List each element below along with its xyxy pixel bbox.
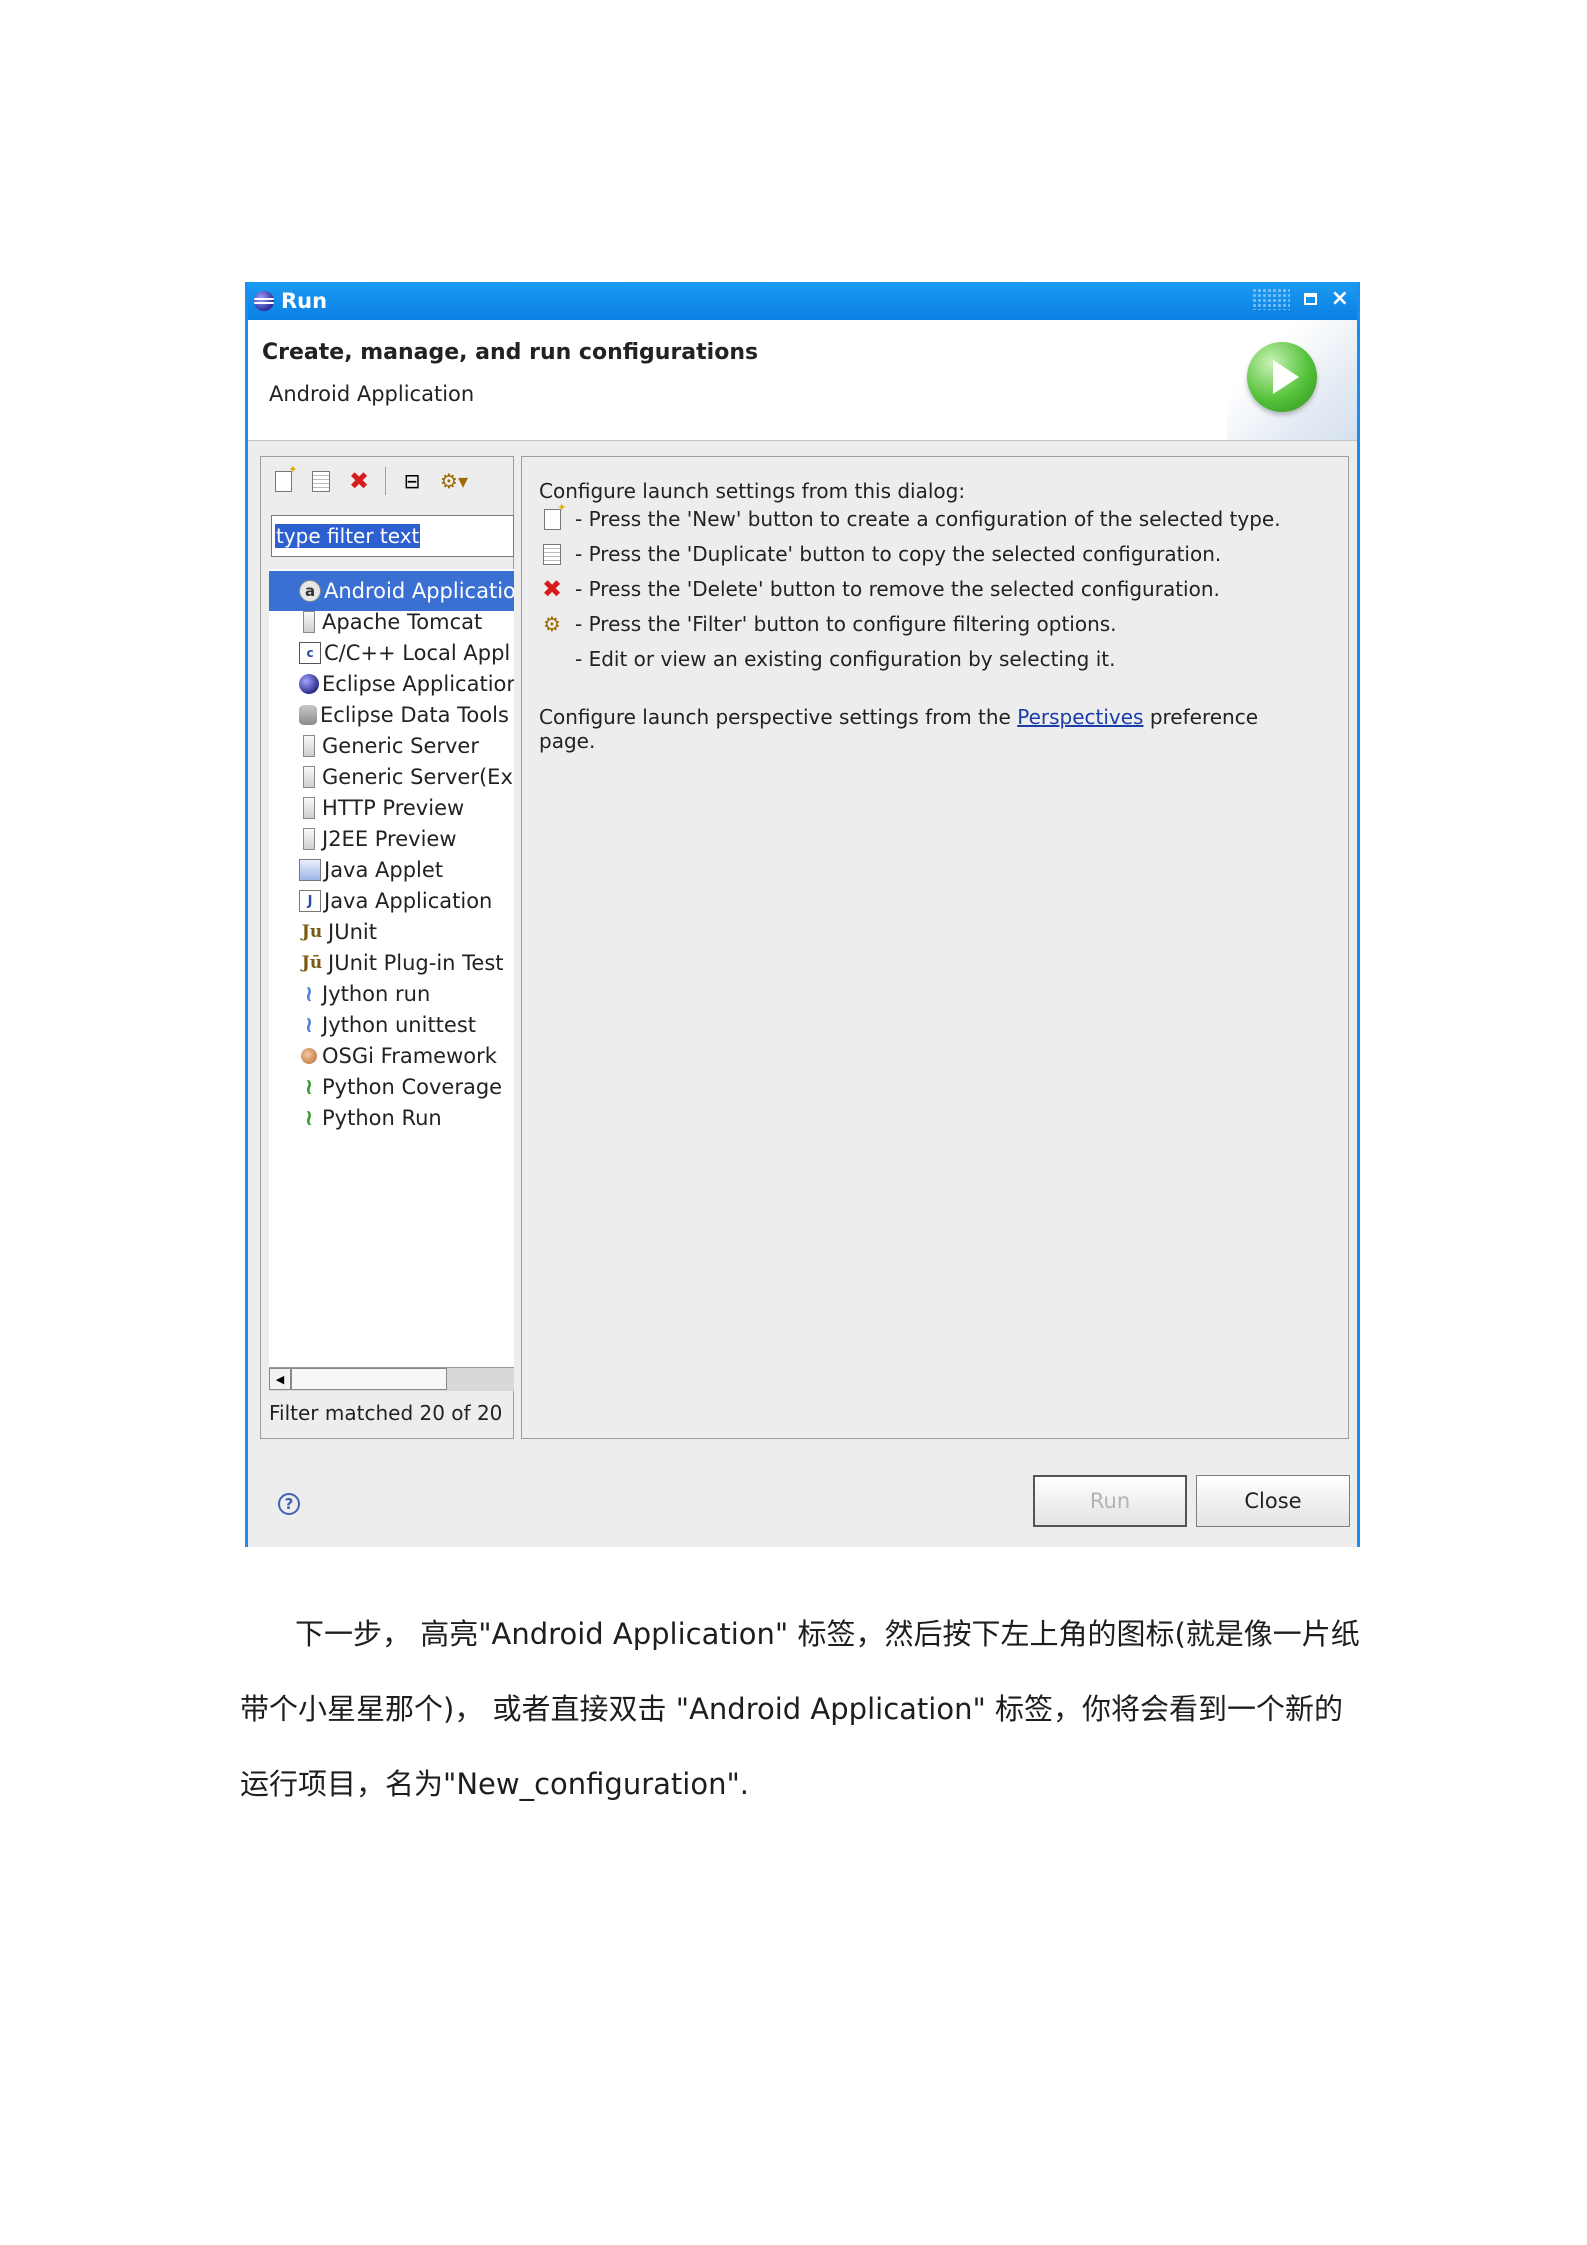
help-text: - Press the 'Duplicate' button to copy t… <box>575 542 1222 566</box>
perspectives-link[interactable]: Perspectives <box>1017 705 1143 729</box>
jython-unittest-icon: ≀ <box>304 1012 314 1038</box>
delete-icon: ✖ <box>348 467 370 495</box>
tree-item-label: J2EE Preview <box>322 827 457 851</box>
applet-icon <box>299 859 321 881</box>
run-play-icon <box>1247 342 1317 412</box>
tree-item-label: C/C++ Local Appl <box>324 641 511 665</box>
server-icon <box>303 611 315 633</box>
filter-status: Filter matched 20 of 20 <box>269 1401 503 1425</box>
junit-plugin-icon: Jū <box>301 953 323 973</box>
duplicate-button[interactable] <box>305 465 337 497</box>
run-button[interactable]: Run <box>1033 1475 1187 1527</box>
tree-item-label: Generic Server <box>322 734 479 758</box>
server-icon <box>303 797 315 819</box>
c-app-icon: c <box>299 642 321 664</box>
close-button[interactable]: Close <box>1196 1475 1350 1527</box>
java-app-icon: J <box>299 890 321 912</box>
server-icon <box>303 766 315 788</box>
new-config-icon <box>543 501 566 530</box>
tree-item[interactable]: ≀ Python Run <box>269 1098 514 1138</box>
tree-item-label: Python Run <box>322 1106 442 1130</box>
android-icon: a <box>299 580 321 602</box>
python-run-icon: ≀ <box>304 1105 314 1131</box>
server-icon <box>303 735 315 757</box>
help-item-edit: - Edit or view an existing configuration… <box>539 647 1115 671</box>
eclipse-run-icon <box>254 291 274 311</box>
header-title: Create, manage, and run configurations <box>262 340 759 365</box>
configuration-list-panel: ✖ ⊟ ⚙▾ type filter text aAndroid Applica… <box>260 456 514 1439</box>
paragraph-line: 下一步， 高亮"Android Application" 标签，然后按下左上角的… <box>295 1617 1360 1651</box>
tree-item-label: Generic Server(Ex <box>322 765 513 789</box>
help-item-new: - Press the 'New' button to create a con… <box>539 501 1281 531</box>
duplicate-icon <box>312 470 330 492</box>
window-grip-icon <box>1251 288 1290 310</box>
filter-button[interactable]: ⚙▾ <box>434 465 474 497</box>
config-detail-panel: Configure launch settings from this dial… <box>521 456 1349 1439</box>
filter-input[interactable]: type filter text <box>271 515 514 557</box>
config-type-tree[interactable]: a Android Applicatio Apache Tomcat c C/C++ L… <box>269 569 514 1367</box>
toolbar-separator <box>385 467 386 495</box>
new-config-button[interactable] <box>267 463 299 497</box>
scroll-thumb[interactable] <box>291 1368 447 1390</box>
help-text: - Press the 'Delete' button to remove th… <box>575 577 1220 601</box>
python-coverage-icon: ≀ <box>304 1074 314 1100</box>
collapse-all-button[interactable]: ⊟ <box>396 465 428 497</box>
delete-icon: ✖ <box>541 575 563 603</box>
header-banner <box>1227 320 1357 440</box>
window-controls: × <box>1251 288 1349 310</box>
intro-text: Configure launch settings from this dial… <box>539 479 966 503</box>
osgi-icon <box>301 1048 317 1064</box>
tree-item-label: JUnit <box>328 920 377 944</box>
paragraph-line: 运行项目，名为"New_configuration". <box>240 1767 750 1801</box>
server-icon <box>303 828 315 850</box>
delete-button[interactable]: ✖ <box>343 465 375 497</box>
help-icon[interactable]: ? <box>278 1493 300 1515</box>
help-text: - Press the 'Filter' button to configure… <box>575 612 1117 636</box>
tree-item-label: Apache Tomcat <box>322 610 483 634</box>
eclipse-icon <box>299 674 319 694</box>
dialog-header: Create, manage, and run configurations A… <box>248 320 1357 441</box>
help-text: - Edit or view an existing configuration… <box>575 647 1116 671</box>
tree-item-label: Eclipse Applicatior <box>322 672 514 696</box>
tree-item-label: Eclipse Data Tools <box>320 703 509 727</box>
window-title: Run <box>281 289 328 313</box>
scroll-left-icon[interactable]: ◀ <box>269 1368 291 1390</box>
tree-item-label: Jython unittest <box>322 1013 477 1037</box>
help-item-delete: ✖ - Press the 'Delete' button to remove … <box>539 575 1220 603</box>
filter-icon: ⚙▾ <box>440 469 468 493</box>
tree-item-label: OSGi Framework <box>322 1044 497 1068</box>
filter-icon: ⚙ <box>543 612 561 636</box>
new-config-icon <box>274 463 297 492</box>
tree-item-label: HTTP Preview <box>322 796 465 820</box>
perspective-text: Configure launch perspective settings fr… <box>539 705 1259 729</box>
tree-item-label: Java Applet <box>324 858 444 882</box>
database-icon <box>299 705 317 725</box>
perspective-text-line2: page. <box>539 729 596 753</box>
tree-item-label: Python Coverage <box>322 1075 503 1099</box>
duplicate-icon <box>543 543 561 565</box>
filter-placeholder: type filter text <box>275 524 421 548</box>
tree-item-label: Android Applicatio <box>324 579 514 603</box>
horizontal-scrollbar[interactable]: ◀ <box>269 1367 514 1391</box>
collapse-all-icon: ⊟ <box>403 469 421 493</box>
paragraph-line: 带个小星星那个)， 或者直接双击 "Android Application" 标… <box>240 1692 1344 1726</box>
maximize-icon[interactable] <box>1303 293 1317 305</box>
header-subtitle: Android Application <box>269 382 475 406</box>
junit-icon: Ju <box>301 922 323 942</box>
instruction-paragraph: 下一步， 高亮"Android Application" 标签，然后按下左上角的… <box>240 1597 1360 1822</box>
close-icon[interactable]: × <box>1331 288 1349 310</box>
help-item-filter: ⚙ - Press the 'Filter' button to configu… <box>539 612 1117 636</box>
tree-item-label: Java Application <box>324 889 493 913</box>
jython-icon: ≀ <box>304 981 314 1007</box>
tree-item-label: Jython run <box>322 982 431 1006</box>
tree-item-label: JUnit Plug-in Test <box>328 951 504 975</box>
title-bar: Run × <box>248 282 1357 320</box>
help-item-duplicate: - Press the 'Duplicate' button to copy t… <box>539 542 1221 566</box>
config-toolbar: ✖ ⊟ ⚙▾ <box>267 463 474 499</box>
help-text: - Press the 'New' button to create a con… <box>575 507 1281 531</box>
run-dialog: Run × Create, manage, and run configurat… <box>245 282 1360 1547</box>
